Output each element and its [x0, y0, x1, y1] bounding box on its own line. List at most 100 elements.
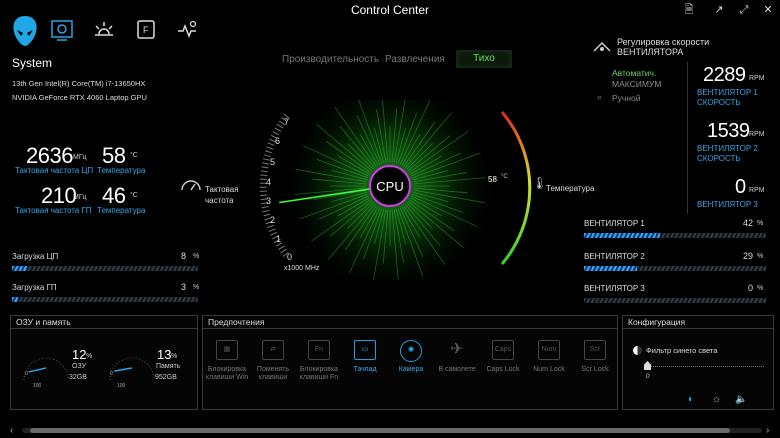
gpu-temp-unit: °C: [130, 192, 138, 199]
fan-mode-manual[interactable]: Ручной: [612, 93, 641, 103]
brightness-icon[interactable]: ☼: [712, 394, 721, 405]
gpu-load-bar: [12, 297, 198, 302]
pref-win-lock[interactable]: ▦ Блокировка клавиши Win: [202, 340, 252, 382]
double-chevron-left-icon[interactable]: «: [597, 92, 602, 102]
thermometer-icon: 🌡: [532, 176, 548, 190]
gpu-clock-label: Тактовая частота ГП: [15, 206, 92, 215]
fan1-label1: ВЕНТИЛЯТОР 1: [697, 88, 758, 97]
fan1-unit: RPM: [749, 75, 765, 82]
blue-light-icon: [633, 346, 642, 355]
cpu-clock-label: Тактовая частота ЦП: [15, 166, 94, 175]
fan3-bar-label: ВЕНТИЛЯТОР 3: [584, 284, 645, 293]
storage-label: Память: [156, 363, 181, 370]
gauge-tick-1: 1: [276, 234, 282, 244]
pref-swap-keys-line1: Поменять: [256, 366, 290, 373]
mode-quiet-label: Тихо: [473, 53, 495, 64]
macro-icon[interactable]: [173, 17, 201, 45]
gauge-tick-3: 3: [266, 196, 272, 206]
config-panel: Конфигурация: [622, 315, 774, 410]
pref-caps-lock[interactable]: Caps Caps Lock: [478, 340, 528, 374]
restore-icon[interactable]: ↗: [712, 3, 726, 17]
maximize-icon[interactable]: ⤢: [737, 3, 751, 17]
pref-scroll-lock-label: Scr Lock: [581, 366, 609, 373]
swap-keys-icon: ⇄: [262, 340, 284, 360]
fan3-bar-unit: %: [757, 285, 764, 292]
pref-win-lock-line1: Блокировка: [207, 366, 247, 373]
mode-quiet-button[interactable]: Тихо: [456, 50, 512, 68]
ram-dial-needle: [28, 367, 47, 373]
gpu-clock-unit: МГц: [73, 194, 87, 201]
fan3-bar: [584, 298, 766, 303]
scroll-left-arrow[interactable]: ‹: [10, 425, 13, 436]
ram-dial-min: 0: [25, 371, 28, 377]
fan-mode-auto[interactable]: Автоматич.: [612, 68, 656, 78]
fan1-label2: СКОРОСТЬ: [697, 98, 741, 107]
pref-num-lock-label: Num Lock: [533, 366, 565, 373]
ram-value: 12: [72, 347, 87, 362]
pref-airplane-label: В самолете: [438, 366, 476, 373]
cpu-temp-unit: °C: [130, 152, 138, 159]
pref-fn-lock-line1: Блокировка: [299, 366, 339, 373]
speedometer-icon: [180, 178, 202, 197]
storage-dial-max: 100: [117, 383, 126, 389]
svg-text:F: F: [143, 25, 149, 35]
fan-title-line2: ВЕНТИЛЯТОРА: [617, 47, 684, 57]
cpu-name: 13th Gen Intel(R) Core(TM) i7-13650HX: [12, 79, 146, 88]
gpu-name: NVIDIA GeForce RTX 4060 Laptop GPU: [12, 93, 147, 102]
pref-fn-lock[interactable]: Fn Блокировка клавиши Fn: [294, 340, 344, 382]
pref-camera[interactable]: ◉ Камера: [386, 340, 436, 374]
scrollbar-thumb[interactable]: [30, 428, 730, 433]
lighting-icon[interactable]: [90, 17, 118, 45]
pref-scroll-lock[interactable]: Scr Scr Lock: [570, 340, 620, 374]
gauge-tick-5: 5: [270, 157, 276, 167]
cpu-temp-label: Температура: [97, 166, 146, 175]
airplane-icon: ✈: [450, 341, 464, 358]
fan2-label1: ВЕНТИЛЯТОР 2: [697, 144, 758, 153]
gauge-tick-0: 0: [287, 252, 293, 262]
alien-head-icon[interactable]: [10, 14, 40, 48]
mode-entertainment[interactable]: Развлечения: [385, 54, 445, 65]
gpu-load-unit: %: [193, 284, 200, 291]
gpu-load-fill: [12, 297, 18, 302]
window-title: Control Center: [350, 3, 430, 17]
close-icon[interactable]: ✕: [761, 3, 775, 17]
system-heading: System: [12, 56, 53, 70]
scroll-lock-icon: Scr: [584, 340, 606, 360]
fan2-value: 1539: [707, 120, 750, 142]
gpu-temp-label: Температура: [97, 206, 146, 215]
fan2-label2: СКОРОСТЬ: [697, 154, 741, 163]
document-icon[interactable]: 🗎: [682, 3, 696, 17]
pref-camera-label: Камера: [398, 366, 424, 373]
fn-key-icon: Fn: [308, 340, 330, 360]
display-mode-icon[interactable]: ◐: [688, 394, 694, 405]
blue-filter-label: Фильтр синего света: [646, 346, 718, 355]
scroll-right-arrow[interactable]: ›: [766, 425, 769, 436]
pref-airplane[interactable]: ✈ В самолете: [432, 340, 482, 374]
fan1-bar-value: 42: [743, 218, 754, 228]
fan1-bar-label: ВЕНТИЛЯТОР 1: [584, 219, 645, 228]
preferences-panel-title: Предпочтения: [203, 316, 617, 329]
horizontal-scrollbar[interactable]: [22, 428, 762, 433]
system-settings-icon[interactable]: [48, 17, 76, 45]
touchpad-icon: ▭: [354, 340, 376, 360]
fan-mode-max[interactable]: МАКСИМУМ: [612, 79, 661, 89]
pref-swap-keys[interactable]: ⇄ Поменять клавиши: [248, 340, 298, 382]
pref-caps-lock-label: Caps Lock: [486, 366, 520, 373]
pref-num-lock[interactable]: Num Num Lock: [524, 340, 574, 374]
fan3-bar-value: 0: [748, 283, 754, 293]
fan3-value: 0: [735, 176, 746, 198]
cpu-load-unit: %: [193, 253, 200, 260]
fan-control-icon: [592, 40, 612, 58]
fan2-bar: [584, 266, 766, 271]
speaker-icon[interactable]: 🔈: [735, 394, 747, 405]
mode-performance[interactable]: Производительность: [282, 54, 379, 65]
gauge-scale-unit: x1000 MHz: [284, 265, 320, 272]
blue-filter-slider[interactable]: [646, 366, 764, 367]
ram-unit: %: [86, 353, 93, 360]
pref-touchpad-label: Тачпад: [353, 366, 377, 373]
fan3-label1: ВЕНТИЛЯТОР 3: [697, 200, 758, 209]
f-key-icon[interactable]: F: [132, 17, 160, 45]
pref-touchpad[interactable]: ▭ Тачпад: [340, 340, 390, 374]
gauge-center-label: CPU: [376, 179, 404, 194]
cpu-load-bar: [12, 266, 198, 271]
